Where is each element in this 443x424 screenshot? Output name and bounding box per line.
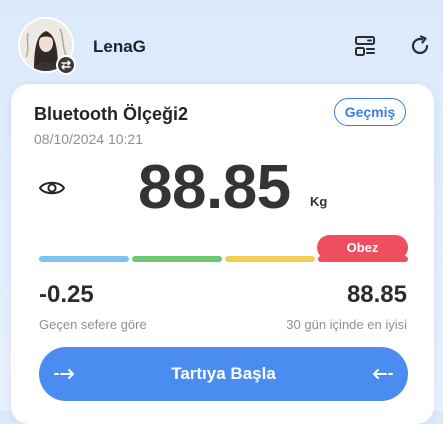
best-value: 88.85 [346, 281, 407, 308]
top-bar: LenaG [0, 0, 443, 90]
diff-label: Geçen sefere göre [39, 317, 147, 332]
refresh-icon[interactable] [407, 33, 433, 59]
weight-unit: Kg [310, 194, 328, 209]
username: LenaG [93, 37, 146, 56]
scale-segment-overweight [225, 256, 315, 262]
history-button[interactable]: Geçmiş [334, 98, 406, 126]
best-label: 30 gün içinde en iyisi [286, 317, 407, 332]
arrow-left-icon [368, 365, 394, 383]
eye-icon[interactable] [38, 179, 66, 197]
diff-value: -0.25 [39, 281, 94, 308]
weight-value: 88.85 [138, 153, 291, 222]
status-badge: Obez [317, 235, 408, 260]
swap-icon[interactable] [56, 55, 76, 75]
start-weighing-button[interactable]: Tartıya Başla [39, 347, 408, 401]
list-settings-icon[interactable] [352, 33, 378, 59]
measurement-timestamp: 08/10/2024 10:21 [34, 131, 143, 147]
scale-segment-normal [132, 256, 222, 262]
device-name: Bluetooth Ölçeği2 [34, 104, 189, 124]
start-weighing-label: Tartıya Başla [171, 364, 276, 383]
user-avatar[interactable] [18, 17, 76, 75]
weight-card: Bluetooth Ölçeği2 08/10/2024 10:21 Geçmi… [11, 84, 434, 424]
scale-segment-underweight [39, 256, 129, 262]
